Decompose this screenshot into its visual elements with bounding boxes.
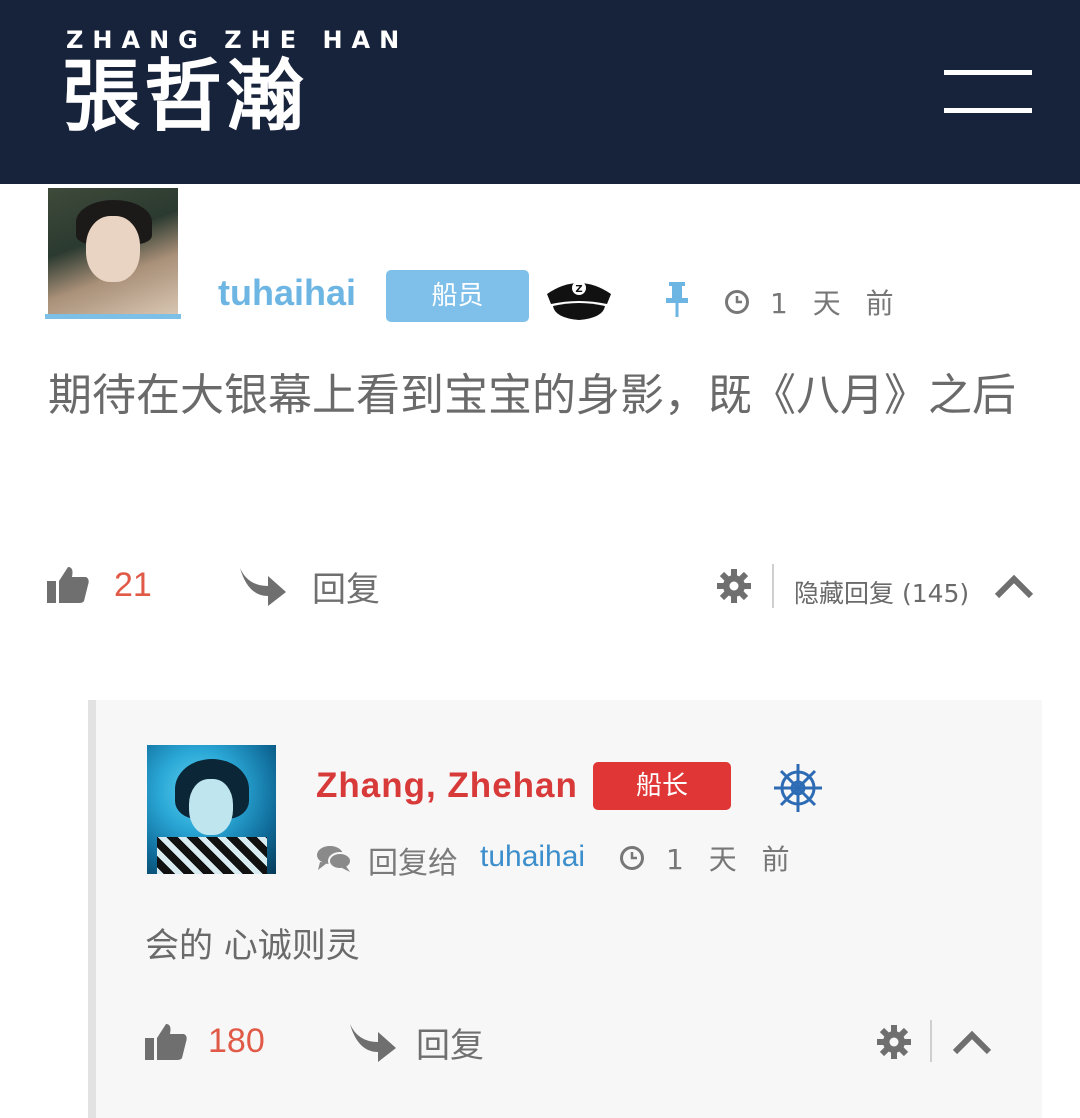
avatar[interactable] bbox=[147, 745, 276, 874]
comment-text: 期待在大银幕上看到宝宝的身影，既《八月》之后 bbox=[48, 370, 1016, 421]
brand-logo-text[interactable]: 張哲瀚 bbox=[62, 52, 308, 142]
hide-replies-button[interactable]: 隐藏回复 (145) bbox=[794, 574, 969, 610]
action-divider bbox=[930, 1020, 932, 1062]
reply-text: 会的 心诚则灵 bbox=[145, 926, 360, 966]
svg-text:Z: Z bbox=[575, 284, 582, 295]
captain-hat-icon: Z bbox=[547, 281, 611, 320]
action-divider bbox=[772, 564, 774, 608]
brand-subtitle: ZHANG ZHE HAN bbox=[66, 26, 409, 54]
chevron-up-icon[interactable] bbox=[952, 1030, 992, 1056]
pin-icon bbox=[666, 282, 688, 317]
comments-icon bbox=[317, 846, 352, 872]
comment-timestamp: 1 天 前 bbox=[770, 287, 902, 320]
thumbs-up-icon[interactable] bbox=[46, 565, 90, 605]
clock-icon bbox=[725, 290, 749, 314]
role-badge: 船长 bbox=[593, 762, 731, 810]
site-header: ZHANG ZHE HAN 張哲瀚 bbox=[0, 0, 1080, 184]
gear-icon[interactable] bbox=[716, 568, 752, 604]
clock-icon bbox=[620, 846, 644, 870]
chevron-up-icon[interactable] bbox=[994, 574, 1034, 600]
reply-button[interactable]: 回复 bbox=[312, 562, 380, 611]
avatar-underline bbox=[45, 314, 181, 319]
hamburger-menu-icon[interactable] bbox=[944, 70, 1032, 114]
reply-to-label: 回复给 bbox=[368, 846, 458, 881]
reply-arrow-icon[interactable] bbox=[238, 562, 288, 606]
like-count: 180 bbox=[208, 1022, 265, 1060]
avatar[interactable] bbox=[48, 188, 178, 314]
reply-timestamp: 1 天 前 bbox=[666, 843, 798, 876]
reply-username[interactable]: Zhang, Zhehan bbox=[316, 766, 578, 806]
reply-button[interactable]: 回复 bbox=[416, 1018, 484, 1067]
reply-to-user-link[interactable]: tuhaihai bbox=[480, 840, 585, 874]
like-count: 21 bbox=[114, 566, 152, 604]
reply-arrow-icon[interactable] bbox=[348, 1018, 398, 1062]
comment-username[interactable]: tuhaihai bbox=[218, 272, 356, 314]
role-badge: 船员 bbox=[386, 270, 529, 322]
thumbs-up-icon[interactable] bbox=[144, 1022, 188, 1062]
ship-wheel-icon bbox=[774, 764, 822, 812]
gear-icon[interactable] bbox=[876, 1024, 912, 1060]
